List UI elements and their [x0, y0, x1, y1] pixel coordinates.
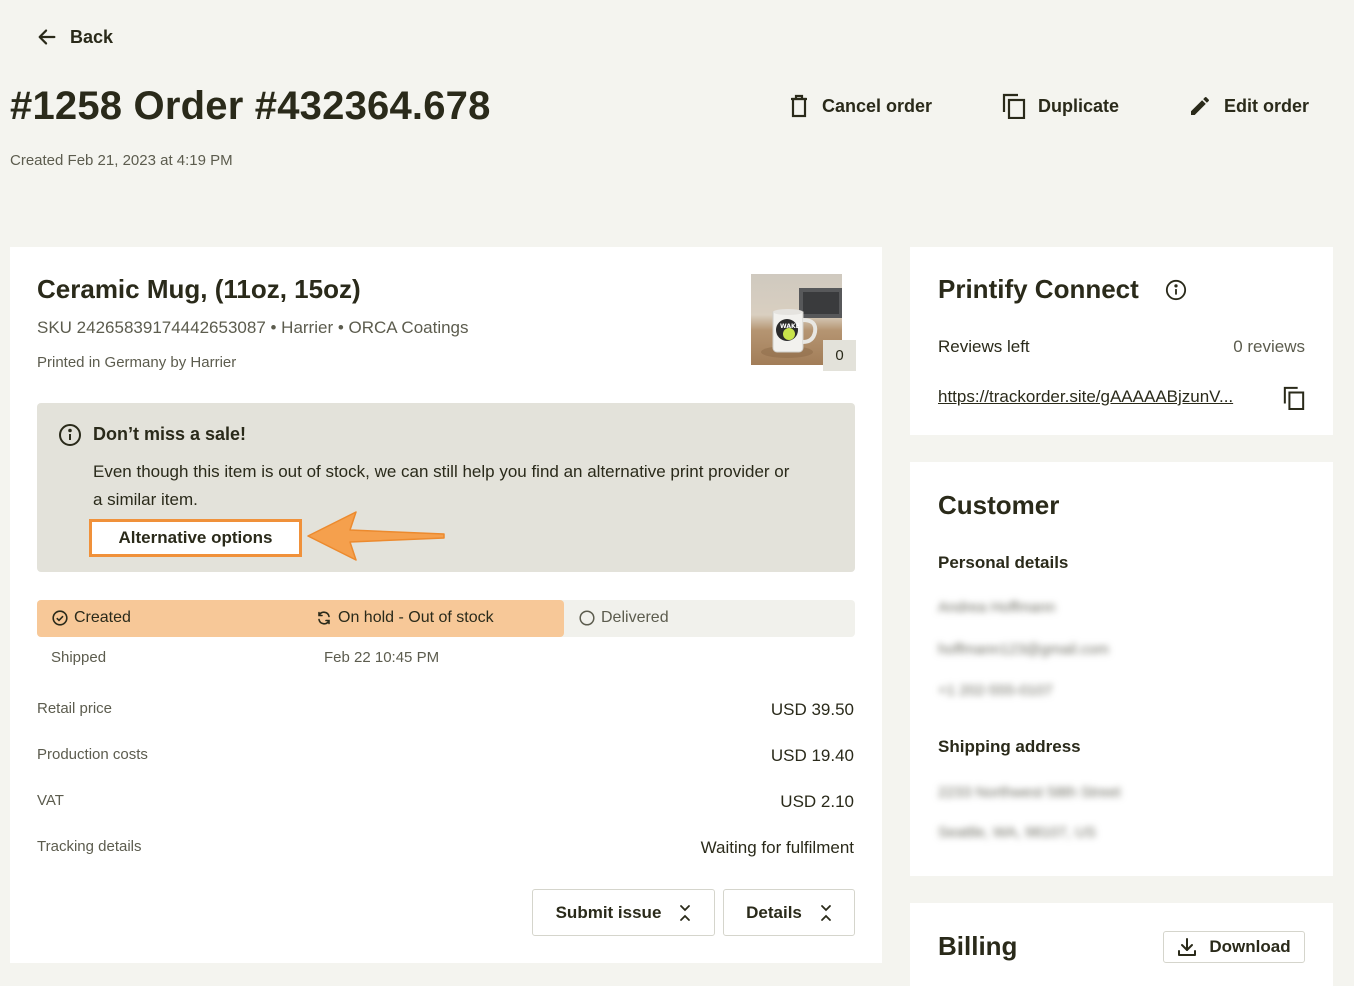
status-created-label: Created — [74, 609, 131, 626]
production-costs-label: Production costs — [37, 746, 148, 763]
submit-issue-button[interactable]: Submit issue — [532, 889, 715, 936]
back-button[interactable]: Back — [36, 26, 113, 48]
shipped-label: Shipped — [51, 649, 107, 666]
download-icon — [1178, 938, 1197, 956]
duplicate-label: Duplicate — [1038, 95, 1120, 116]
back-label: Back — [70, 26, 114, 47]
billing-title: Billing — [938, 931, 1018, 961]
expand-icon — [680, 904, 691, 921]
shipping-address-label: Shipping address — [938, 737, 1081, 756]
printify-connect-title: Printify Connect — [938, 274, 1139, 304]
arrow-left-icon — [38, 29, 56, 45]
product-sku: SKU 24265839174442653087 • Harrier • ORC… — [37, 318, 469, 337]
created-date: Created Feb 21, 2023 at 4:19 PM — [10, 152, 233, 169]
refresh-icon — [318, 611, 330, 625]
alternative-options-label: Alternative options — [118, 528, 273, 547]
personal-details-label: Personal details — [938, 553, 1069, 572]
vat-value: USD 2.10 — [780, 792, 854, 811]
customer-email: hoffmann123@gmail.com — [938, 641, 1109, 658]
expand-icon — [820, 904, 831, 921]
edit-order-button[interactable]: Edit order — [1188, 92, 1309, 120]
status-delivered-label: Delivered — [601, 609, 669, 626]
duplicate-button[interactable]: Duplicate — [1002, 92, 1119, 120]
highlight-arrow-icon — [306, 508, 446, 569]
pencil-icon — [1191, 97, 1209, 115]
retail-price-label: Retail price — [37, 700, 113, 717]
check-circle-icon — [52, 610, 68, 626]
shipped-date: Feb 22 10:45 PM — [324, 649, 440, 666]
copy-link-icon[interactable] — [1283, 386, 1305, 415]
reviews-left-label: Reviews left — [938, 337, 1030, 356]
retail-price-value: USD 39.50 — [770, 700, 854, 719]
details-label: Details — [746, 902, 802, 922]
trash-icon — [791, 94, 807, 118]
status-delivered: Delivered — [579, 609, 669, 627]
info-icon[interactable] — [1165, 279, 1187, 306]
production-costs-value: USD 19.40 — [770, 746, 854, 765]
tracking-details-value: Waiting for fulfilment — [700, 838, 854, 857]
page-title: #1258 Order #432364.678 — [10, 84, 491, 128]
address-line-2: Seattle, WA, 98107, US — [938, 824, 1096, 841]
cancel-order-label: Cancel order — [822, 95, 933, 116]
customer-card — [910, 462, 1333, 876]
product-title: Ceramic Mug, (11oz, 15oz) — [37, 274, 361, 304]
customer-title: Customer — [938, 490, 1060, 520]
vat-label: VAT — [37, 792, 64, 809]
circle-icon — [579, 610, 595, 626]
reviews-left-value: 0 reviews — [1233, 337, 1305, 356]
details-button[interactable]: Details — [723, 889, 855, 936]
cancel-order-button[interactable]: Cancel order — [788, 92, 932, 120]
printed-by: Printed in Germany by Harrier — [37, 354, 237, 371]
customer-name: Andrea Hoffmann — [938, 599, 1056, 616]
info-icon — [58, 423, 82, 452]
alert-title: Don’t miss a sale! — [93, 424, 247, 444]
address-line-1: 2233 Northwest 58th Street — [938, 784, 1121, 801]
status-on-hold: On hold - Out of stock — [316, 609, 494, 627]
svg-text:WAKE: WAKE — [780, 323, 800, 330]
alternative-options-button[interactable]: Alternative options — [89, 519, 302, 557]
download-button[interactable]: Download — [1163, 931, 1305, 963]
status-on-hold-label: On hold - Out of stock — [338, 609, 494, 626]
customer-phone: +1 202-555-0107 — [938, 682, 1053, 699]
alert-body: Even though this item is out of stock, w… — [93, 462, 790, 509]
status-created: Created — [52, 609, 131, 627]
edit-order-label: Edit order — [1224, 95, 1310, 116]
quantity-badge: 0 — [823, 340, 856, 371]
submit-issue-label: Submit issue — [555, 902, 662, 922]
tracking-details-label: Tracking details — [37, 838, 142, 855]
tracking-link[interactable]: https://trackorder.site/gAAAAABjzunV... — [938, 387, 1233, 407]
download-label: Download — [1209, 937, 1291, 956]
copy-icon — [1002, 93, 1026, 119]
